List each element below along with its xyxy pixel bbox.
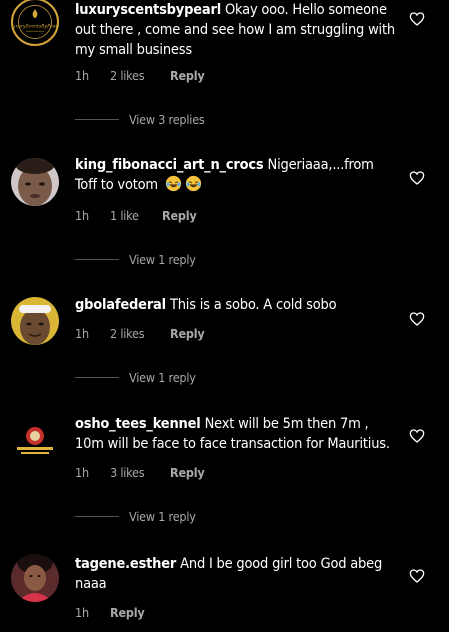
laughing-emoji-icon [165, 175, 182, 192]
reply-button[interactable]: Reply [170, 326, 205, 341]
comment-meta: 1h 2 likes Reply [75, 326, 205, 341]
comment-time: 1h [75, 68, 89, 83]
comment-text: tagene.esther And I be good girl too God … [75, 554, 397, 594]
comment-time: 1h [75, 465, 89, 480]
comment-meta: 1h 2 likes Reply [75, 68, 205, 83]
avatar-logo-text: luxuryScentsByPearl [13, 24, 57, 30]
view-replies-label: View 1 reply [129, 252, 196, 267]
heart-outline-icon[interactable] [409, 170, 425, 186]
reply-button[interactable]: Reply [170, 68, 205, 83]
avatar[interactable] [11, 297, 59, 345]
comment-text: luxuryscentsbypearl Okay ooo. Hello someo… [75, 0, 397, 60]
comment-likes[interactable]: 2 likes [110, 68, 170, 83]
comment-text: king_fibonacci_art_n_crocs Nigeriaaa,...f… [75, 155, 397, 195]
comment-time: 1h [75, 326, 89, 341]
heart-outline-icon[interactable] [409, 428, 425, 444]
comment-body: This is a sobo. A cold sobo [169, 297, 337, 313]
avatar[interactable] [11, 158, 59, 206]
heart-outline-icon[interactable] [409, 11, 425, 27]
comment-likes[interactable]: 1 like [110, 208, 162, 223]
comment-text: osho_tees_kennel Next will be 5m then 7m … [75, 414, 397, 454]
comment-meta: 1h 3 likes Reply [75, 465, 205, 480]
comment-text: gbolafederal This is a sobo. A cold sobo [75, 295, 397, 315]
view-replies-line [75, 377, 119, 378]
heart-outline-icon[interactable] [409, 311, 425, 327]
kennel-logo-icon [11, 418, 59, 466]
comment-username[interactable]: osho_tees_kennel [75, 416, 201, 432]
reply-button[interactable]: Reply [170, 465, 205, 480]
view-replies-line [75, 516, 119, 517]
avatar[interactable]: luxuryScentsByPearl [11, 0, 59, 46]
user-photo-icon [11, 297, 59, 345]
view-replies-label: View 1 reply [129, 509, 196, 524]
comment-likes[interactable]: 3 likes [110, 465, 170, 480]
avatar[interactable] [11, 554, 59, 602]
view-replies-line [75, 119, 119, 120]
view-replies-button[interactable]: View 1 reply [75, 252, 196, 267]
comment-username[interactable]: gbolafederal [75, 297, 166, 313]
comment-username[interactable]: king_fibonacci_art_n_crocs [75, 157, 264, 173]
view-replies-label: View 1 reply [129, 370, 196, 385]
avatar[interactable] [11, 418, 59, 466]
user-photo-icon [11, 158, 59, 206]
brand-logo-icon: luxuryScentsByPearl [13, 1, 57, 43]
comment-username[interactable]: tagene.esther [75, 556, 176, 572]
comment-time: 1h [75, 605, 89, 620]
comment-meta: 1h 1 like Reply [75, 208, 197, 223]
reply-button[interactable]: Reply [110, 605, 145, 620]
comment-username[interactable]: luxuryscentsbypearl [75, 2, 221, 18]
comment-meta: 1h Reply [75, 605, 145, 620]
view-replies-button[interactable]: View 3 replies [75, 112, 205, 127]
laughing-emoji-icon [185, 175, 202, 192]
reply-button[interactable]: Reply [162, 208, 197, 223]
view-replies-label: View 3 replies [129, 112, 205, 127]
comment-likes[interactable]: 2 likes [110, 326, 170, 341]
view-replies-button[interactable]: View 1 reply [75, 370, 196, 385]
view-replies-line [75, 259, 119, 260]
view-replies-button[interactable]: View 1 reply [75, 509, 196, 524]
heart-outline-icon[interactable] [409, 568, 425, 584]
comment-time: 1h [75, 208, 89, 223]
user-photo-icon [11, 554, 59, 602]
